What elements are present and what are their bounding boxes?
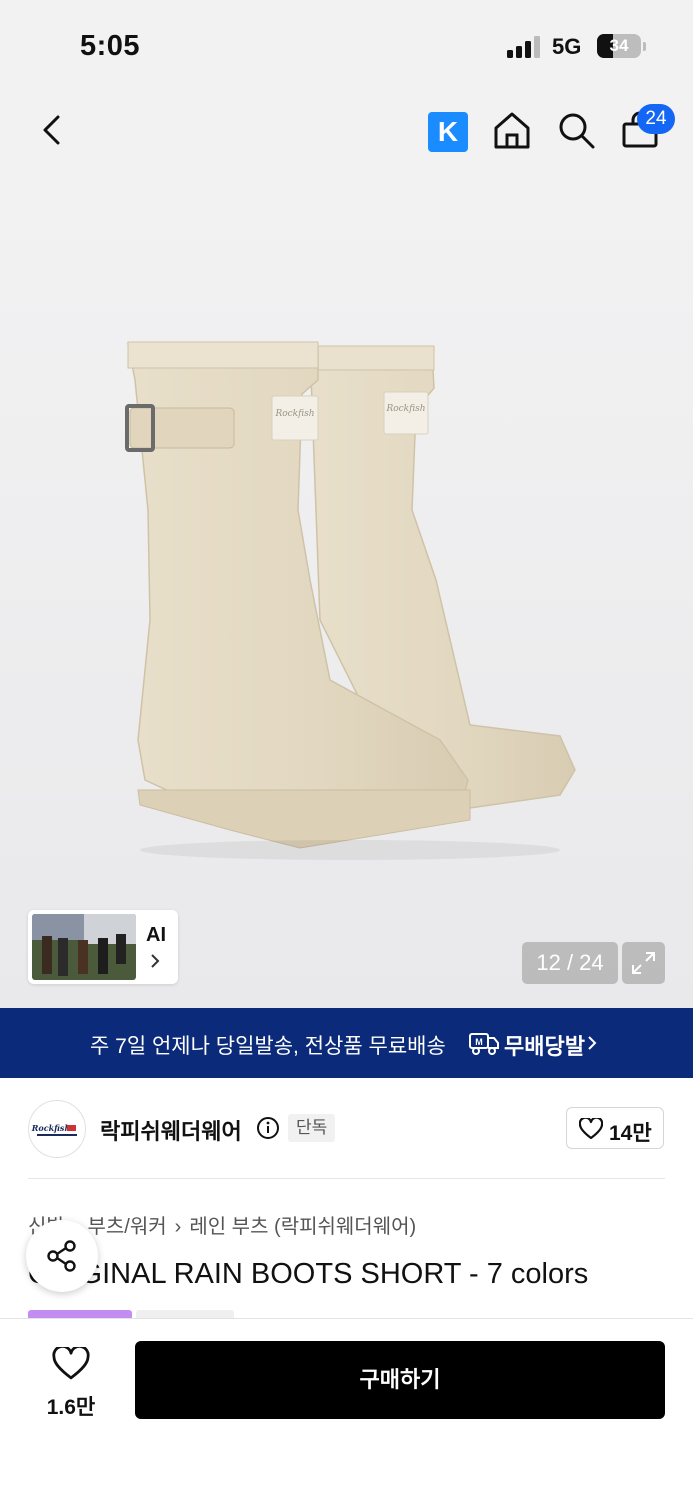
delivery-message: 주 7일 언제나 당일발송, 전상품 무료배송	[90, 1035, 446, 1058]
home-icon[interactable]	[490, 108, 534, 152]
chevron-right-icon	[588, 1036, 597, 1050]
product-title: ORIGINAL RAIN BOOTS SHORT - 7 colors	[28, 1258, 589, 1290]
info-icon[interactable]	[256, 1116, 280, 1140]
delivery-banner[interactable]: 주 7일 언제나 당일발송, 전상품 무료배송 M 무배당발	[0, 1008, 693, 1078]
svg-text:Rockfish: Rockfish	[31, 1123, 71, 1133]
store-like-button[interactable]: 14만	[566, 1107, 664, 1149]
signal-icon	[507, 36, 541, 58]
store-row: Rockfish 락피쉬웨더웨어 단독 14만	[0, 1078, 693, 1180]
top-nav: K	[0, 90, 693, 180]
network-type: 5G	[552, 34, 582, 59]
image-counter: 12 / 24	[522, 942, 618, 984]
k-app-icon[interactable]: K	[428, 112, 468, 152]
delivery-brand: 무배당발	[504, 1034, 585, 1059]
ai-thumbnail	[32, 914, 136, 980]
svg-text:Rockfish: Rockfish	[385, 404, 425, 414]
bottom-action-bar: 1.6만 구매하기	[0, 1318, 693, 1500]
share-icon	[47, 1240, 76, 1272]
store-logo[interactable]: Rockfish	[28, 1100, 86, 1158]
wishlist-count: 1.6만	[46, 1396, 96, 1419]
wishlist-button[interactable]: 1.6만	[28, 1341, 114, 1421]
chevron-right-icon	[151, 954, 160, 968]
heart-icon	[52, 1347, 90, 1380]
buy-button[interactable]: 구매하기	[135, 1341, 665, 1419]
truck-icon: M	[469, 1033, 499, 1055]
ai-label: AI	[146, 924, 166, 946]
battery-icon: 34	[597, 34, 641, 58]
status-bar: 5:05 5G 34	[0, 0, 693, 90]
heart-icon	[579, 1118, 603, 1140]
product-gallery[interactable]: Rockfish Rockfish AI 12 / 24	[0, 180, 693, 1008]
svg-text:Rockfish: Rockfish	[274, 409, 314, 419]
cart-count-badge: 24	[637, 104, 675, 134]
search-icon[interactable]	[554, 108, 598, 152]
store-like-count: 14만	[609, 1122, 652, 1145]
breadcrumb-item[interactable]: 부츠/워커	[87, 1216, 166, 1238]
breadcrumb-item[interactable]: 레인 부츠 (락피쉬웨더웨어)	[189, 1216, 416, 1238]
svg-text:M: M	[475, 1037, 483, 1047]
ai-styling-card[interactable]: AI	[28, 910, 178, 984]
back-icon[interactable]	[34, 112, 70, 148]
exclusive-badge: 단독	[288, 1114, 336, 1142]
share-button[interactable]	[26, 1220, 98, 1292]
status-time: 5:05	[80, 30, 141, 62]
product-image: Rockfish Rockfish	[125, 341, 576, 860]
battery-level: 34	[609, 36, 629, 55]
expand-icon[interactable]	[622, 942, 665, 984]
divider	[28, 1178, 665, 1179]
store-name[interactable]: 락피쉬웨더웨어	[100, 1114, 242, 1146]
